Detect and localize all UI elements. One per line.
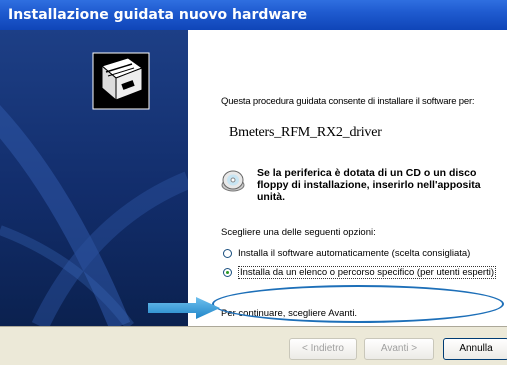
back-button[interactable]: < Indietro xyxy=(289,338,357,360)
wizard-content: Questa procedura guidata consente di ins… xyxy=(221,30,507,326)
hardware-wizard-icon xyxy=(92,52,150,110)
option-specific-location[interactable]: Installa da un elenco o percorso specifi… xyxy=(223,266,496,279)
cd-icon xyxy=(221,170,245,192)
highlight-ellipse xyxy=(212,285,504,323)
cancel-button[interactable]: Annulla xyxy=(443,338,507,360)
pointer-arrow-icon xyxy=(148,297,220,319)
cd-hint-text: Se la periferica è dotata di un CD o un … xyxy=(257,167,481,203)
option-specific-location-label: Installa da un elenco o percorso specifi… xyxy=(238,266,496,279)
next-button[interactable]: Avanti > xyxy=(364,338,434,360)
wizard-footer: < Indietro Avanti > Annulla xyxy=(0,326,507,365)
choose-label: Scegliere una delle seguenti opzioni: xyxy=(221,227,376,238)
option-automatic-label: Installa il software automaticamente (sc… xyxy=(238,248,471,259)
option-automatic[interactable]: Installa il software automaticamente (sc… xyxy=(223,248,470,259)
wizard-sidebar xyxy=(0,30,188,326)
radio-specific-location[interactable] xyxy=(223,268,232,277)
wizard-body: Questa procedura guidata consente di ins… xyxy=(0,30,507,326)
title-bar: Installazione guidata nuovo hardware xyxy=(0,0,507,30)
radio-automatic[interactable] xyxy=(223,249,232,258)
device-name: Bmeters_RFM_RX2_driver xyxy=(229,125,382,140)
intro-text: Questa procedura guidata consente di ins… xyxy=(221,96,475,107)
